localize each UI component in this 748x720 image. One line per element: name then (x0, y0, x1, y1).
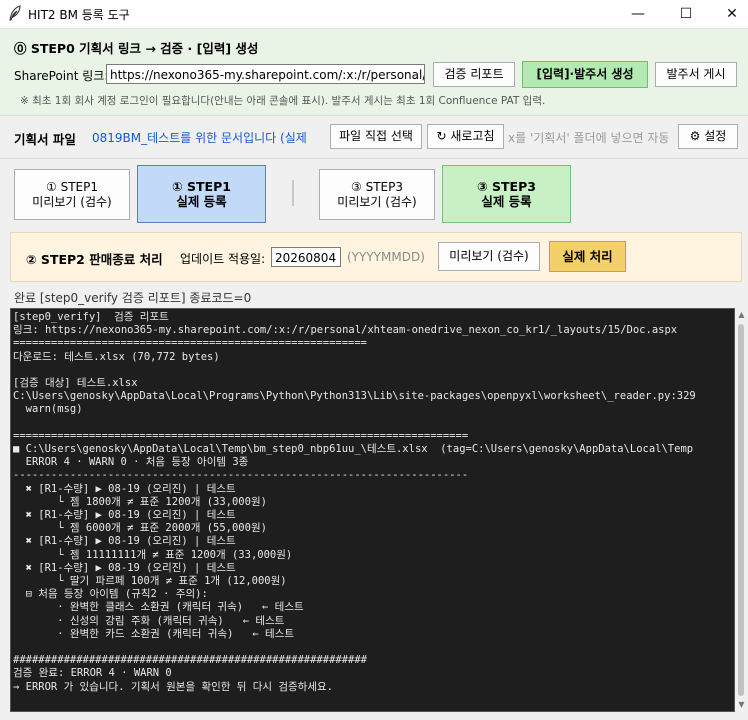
console-line: ERROR 4 · WARN 0 · 처음 등장 아이템 3종 (13, 456, 249, 469)
console-line: ■ C:\Users\genosky\AppData\Local\Temp\bm… (13, 443, 694, 456)
console-line: ========================================… (13, 337, 368, 350)
step2-panel: ② STEP2 판매종료 처리 업데이트 적용일: 20260804 (YYYY… (10, 232, 742, 282)
window-title: HIT2 BM 등록 도구 (28, 8, 130, 22)
console-line: · 완벽한 카드 소환권 (캐릭터 귀속) ← 테스트 (13, 627, 294, 640)
console-output[interactable]: [step0_verify] 검증 리포트 링크: https://nexono3… (10, 308, 735, 712)
console-line: ✖ [R1-수량] ▶ 08-19 (오리진) | 테스트 (13, 482, 236, 495)
console-scrollbar[interactable]: ▲ ▼ (735, 308, 748, 712)
console-line: ⊟ 처음 등장 아이템 (규칙2 · 주의): (13, 588, 208, 601)
verify-report-button[interactable]: 검증 리포트 (433, 62, 515, 87)
step3-real-register-button[interactable]: ③ STEP3 실제 등록 (442, 165, 571, 223)
scrollbar-thumb[interactable] (738, 324, 744, 696)
console-line: · 완벽한 클래스 소환권 (캐릭터 귀속) ← 테스트 (13, 601, 304, 614)
date-format-hint: (YYYYMMDD) (347, 250, 425, 264)
step1-real-register-button[interactable]: ① STEP1 실제 등록 (137, 165, 266, 223)
choose-file-button[interactable]: 파일 직접 선택 (330, 124, 422, 149)
plan-folder-hint: x를 '기획서' 폴더에 넣으면 자동 (508, 131, 670, 145)
console-line: ✖ [R1-수량] ▶ 08-19 (오리진) | 테스트 (13, 535, 236, 548)
minimize-icon: — (631, 6, 645, 22)
console-line: C:\Users\genosky\AppData\Local\Programs\… (13, 390, 696, 403)
settings-button[interactable]: ⚙ 설정 (678, 124, 738, 149)
step-separator (292, 180, 294, 206)
update-date-label: 업데이트 적용일: (180, 252, 266, 266)
console-line: └ 젬 6000개 ≠ 표준 2000개 (55,000원) (13, 522, 267, 535)
status-line: 완료 [step0_verify 검증 리포트] 종료코드=0 (14, 291, 252, 305)
console-line: [검증 대상] 테스트.xlsx (13, 377, 138, 390)
title-bar: HIT2 BM 등록 도구 — ☐ ✕ (0, 0, 748, 29)
console-line: ########################################… (13, 654, 368, 667)
refresh-button[interactable]: ↻ 새로고침 (427, 124, 504, 149)
sharepoint-label: SharePoint 링크: (14, 69, 109, 83)
generate-order-button[interactable]: [입력]·발주서 생성 (522, 61, 648, 88)
sharepoint-link-input[interactable]: https://nexono365-my.sharepoint.com/:x:/… (106, 64, 425, 84)
console-line: [step0_verify] 검증 리포트 (13, 311, 169, 323)
update-date-input[interactable]: 20260804 (271, 247, 341, 267)
console-text: [step0_verify] 검증 리포트 링크: https://nexono3… (11, 309, 734, 694)
publish-order-button[interactable]: 발주서 게시 (655, 62, 737, 87)
scroll-up-icon[interactable]: ▲ (737, 310, 746, 320)
console-line: warn(msg) (13, 403, 83, 416)
console-line: └ 젬 11111111개 ≠ 표준 1200개 (33,000원) (13, 548, 293, 561)
step1-preview-button[interactable]: ① STEP1 미리보기 (검수) (14, 169, 130, 220)
console-line: ========================================… (13, 429, 469, 442)
scroll-down-icon[interactable]: ▼ (737, 700, 746, 710)
console-line: 다운로드: 테스트.xlsx (70,772 bytes) (13, 350, 220, 363)
step0-panel: ⓪ STEP0 기획서 링크 → 검증 · [입력] 생성 SharePoint… (0, 29, 748, 116)
console-line: · 신성의 강림 주화 (캐릭터 귀속) ← 테스트 (13, 614, 285, 627)
close-button[interactable]: ✕ (710, 0, 748, 28)
console-line: ✖ [R1-수량] ▶ 08-19 (오리진) | 테스트 (13, 509, 236, 522)
plan-file-bar: 기획서 파일 0819BM_테스트를 위한 문서입니다 (실제 파일 직접 선택… (0, 116, 748, 159)
plan-file-name[interactable]: 0819BM_테스트를 위한 문서입니다 (실제 (92, 129, 324, 146)
console-line: → ERROR 가 있습니다. 기획서 원본을 확인한 뒤 다시 검증하세요. (13, 680, 333, 693)
console-line: 검증 완료: ERROR 4 · WARN 0 (13, 667, 172, 680)
step3-preview-button[interactable]: ③ STEP3 미리보기 (검수) (319, 169, 435, 220)
plan-file-label: 기획서 파일 (14, 132, 76, 147)
close-icon: ✕ (726, 6, 738, 22)
step0-heading: ⓪ STEP0 기획서 링크 → 검증 · [입력] 생성 (14, 41, 259, 56)
console-line: 링크: https://nexono365-my.sharepoint.com/… (13, 324, 678, 337)
step2-heading: ② STEP2 판매종료 처리 (26, 252, 163, 267)
console-line: ----------------------------------------… (13, 469, 469, 482)
console-line: └ 젬 1800개 ≠ 표준 1200개 (33,000원) (13, 495, 267, 508)
step2-preview-button[interactable]: 미리보기 (검수) (438, 242, 540, 271)
console-line: ✖ [R1-수량] ▶ 08-19 (오리진) | 테스트 (13, 561, 236, 574)
step0-note: ※ 최초 1회 회사 계정 로그인이 필요합니다(안내는 아래 콘솔에 표시).… (20, 95, 546, 107)
maximize-icon: ☐ (679, 6, 693, 22)
maximize-button[interactable]: ☐ (664, 0, 708, 28)
minimize-button[interactable]: — (616, 0, 660, 28)
step2-execute-button[interactable]: 실제 처리 (549, 241, 626, 272)
console-line: └ 딸기 파르페 100개 ≠ 표준 1개 (12,000원) (13, 575, 287, 588)
feather-app-icon (8, 5, 24, 21)
